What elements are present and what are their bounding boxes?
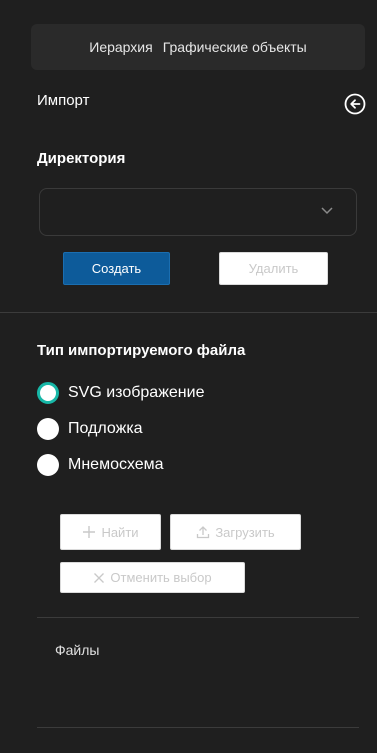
delete-button[interactable]: Удалить [219,252,328,285]
section-divider [0,312,377,313]
cancel-selection-label: Отменить выбор [110,570,212,585]
find-button[interactable]: Найти [60,514,161,550]
view-tabs: Иерархия Графические объекты [31,24,365,70]
directory-label: Директория [37,150,126,167]
radio-mnemoscheme[interactable]: Мнемосхема [37,454,164,476]
radio-underlay-label: Подложка [68,420,143,437]
close-icon [94,572,105,583]
files-top-divider [37,617,359,618]
create-button[interactable]: Создать [63,252,170,285]
import-title: Импорт [37,92,90,109]
cancel-selection-button[interactable]: Отменить выбор [60,562,245,593]
radio-svg-label: SVG изображение [68,384,205,401]
radio-unselected-icon [37,454,59,476]
radio-mnemoscheme-label: Мнемосхема [68,456,164,473]
find-label: Найти [101,524,139,540]
upload-icon [197,526,210,539]
upload-button[interactable]: Загрузить [170,514,301,550]
radio-underlay[interactable]: Подложка [37,418,143,440]
tab-graphic-objects[interactable]: Графические объекты [163,39,307,55]
tab-hierarchy[interactable]: Иерархия [89,39,152,55]
directory-select[interactable] [39,188,357,236]
radio-selected-icon [37,382,59,404]
files-bottom-divider [37,727,359,728]
plus-icon [83,526,96,538]
upload-label: Загрузить [215,524,275,540]
radio-unselected-icon [37,418,59,440]
filetype-title: Тип импортируемого файла [37,342,246,359]
chevron-down-icon [321,207,333,215]
files-label: Файлы [55,642,100,658]
radio-svg[interactable]: SVG изображение [37,382,204,404]
back-arrow-icon[interactable] [344,93,366,115]
